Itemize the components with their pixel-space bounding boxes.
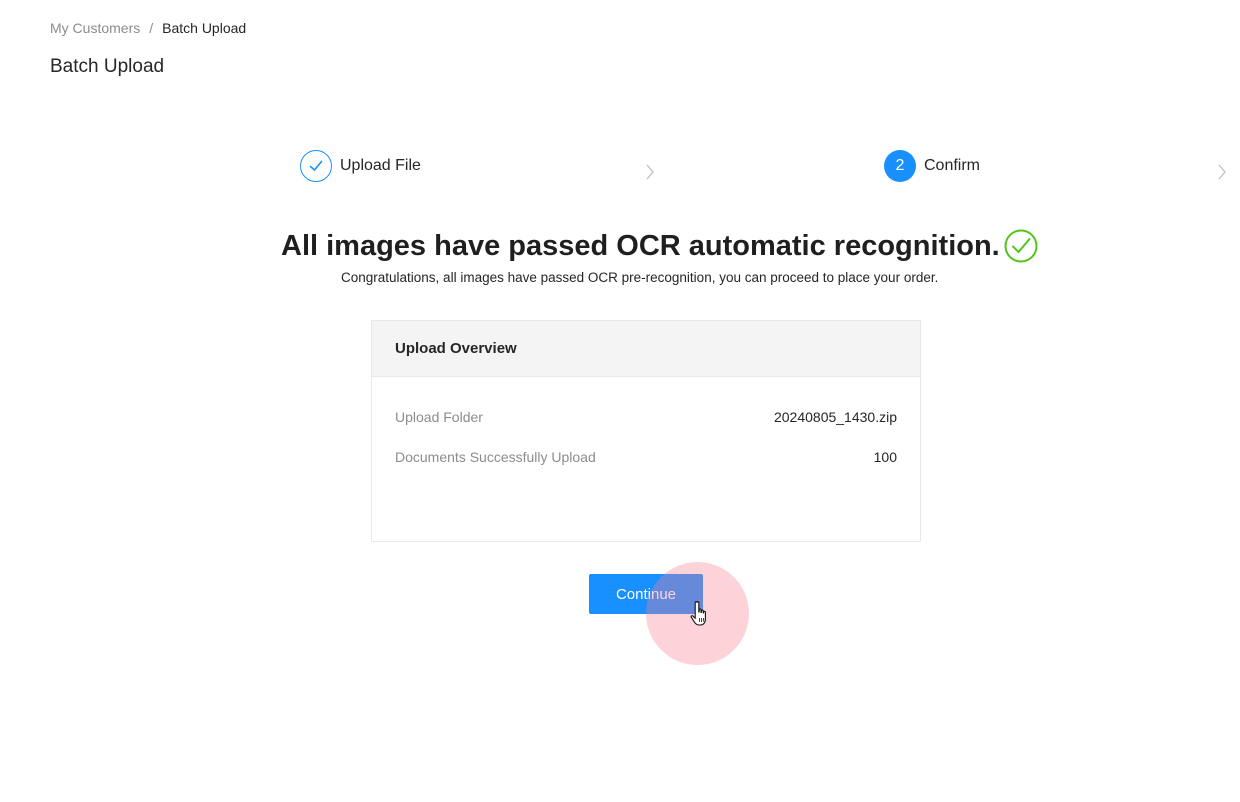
chevron-right-icon <box>646 164 654 180</box>
breadcrumb-separator: / <box>149 20 154 36</box>
result-subtitle: Congratulations, all images have passed … <box>341 270 939 285</box>
step-label-upload-file: Upload File <box>340 157 421 174</box>
step-upload-file: Upload File <box>300 150 421 182</box>
step-label-confirm: Confirm <box>924 157 981 174</box>
batch-upload-page: My Customers / Batch Upload Batch Upload… <box>0 0 1240 802</box>
step-number-badge: 2 <box>884 150 916 182</box>
step-confirm: 2 Confirm <box>884 150 980 182</box>
result-heading: All images have passed OCR automatic rec… <box>281 228 1038 264</box>
row-label: Upload Folder <box>395 409 483 425</box>
page-title: Batch Upload <box>50 56 165 77</box>
row-value: 100 <box>873 449 897 465</box>
breadcrumb-my-customers-link[interactable]: My Customers <box>50 19 140 37</box>
result-title: All images have passed OCR automatic rec… <box>281 230 1000 262</box>
card-title: Upload Overview <box>372 321 920 377</box>
continue-button[interactable]: Continue <box>589 574 703 614</box>
step-done-check-icon <box>300 150 332 182</box>
row-value: 20240805_1430.zip <box>773 409 897 425</box>
overview-row-documents-uploaded: Documents Successfully Upload 100 <box>395 437 897 477</box>
breadcrumb: My Customers / Batch Upload <box>50 19 246 37</box>
upload-overview-card: Upload Overview Upload Folder 20240805_1… <box>371 320 921 542</box>
chevron-right-icon <box>1218 164 1226 180</box>
card-body: Upload Folder 20240805_1430.zip Document… <box>372 377 920 477</box>
breadcrumb-current: Batch Upload <box>162 20 247 36</box>
overview-row-upload-folder: Upload Folder 20240805_1430.zip <box>395 397 897 437</box>
row-label: Documents Successfully Upload <box>395 449 596 465</box>
success-check-circle-icon <box>1004 229 1038 263</box>
